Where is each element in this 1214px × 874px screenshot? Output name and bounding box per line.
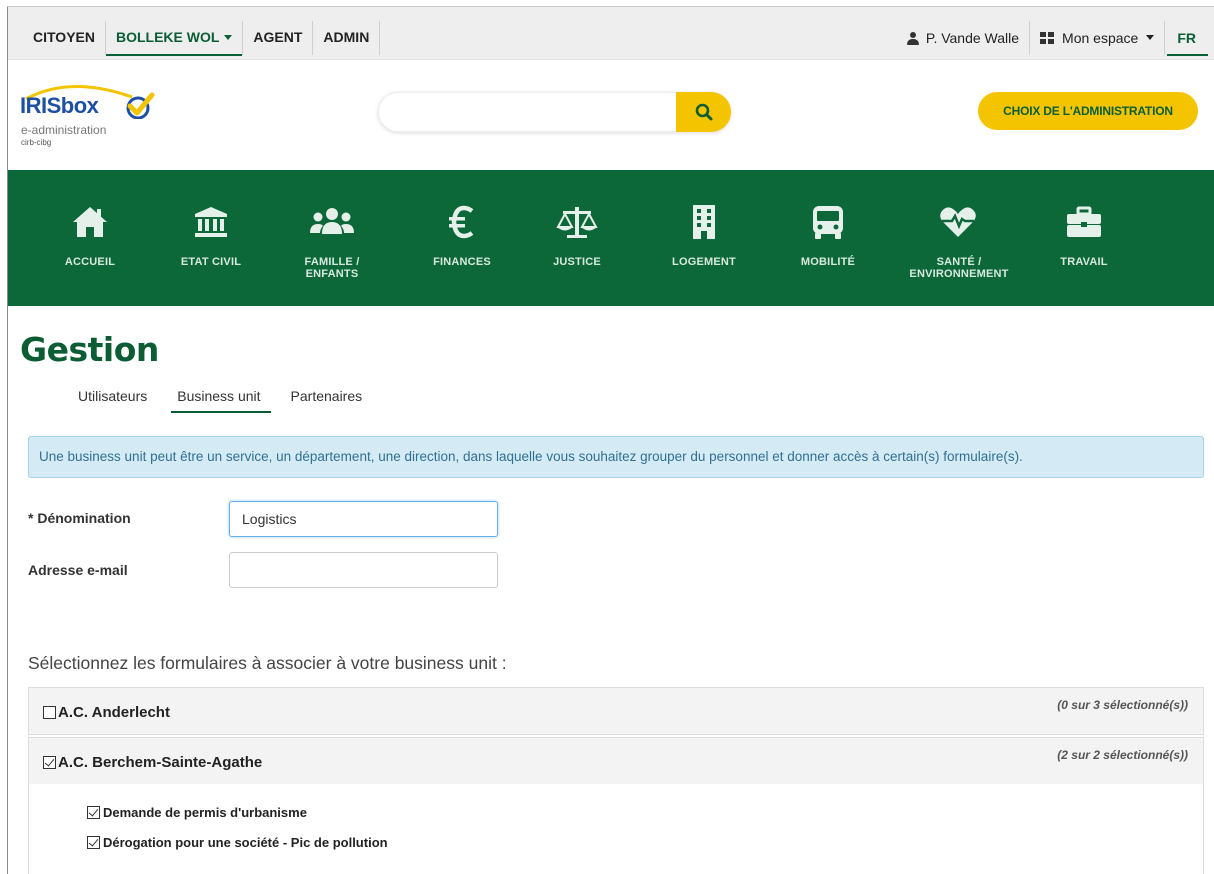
- nav-travail[interactable]: TRAVAIL: [1029, 200, 1139, 268]
- mon-espace-label: Mon espace: [1062, 30, 1139, 46]
- forms-section-title: Sélectionnez les formulaires à associer …: [28, 653, 507, 673]
- accordion-title: A.C. Berchem-Sainte-Agathe: [58, 753, 263, 771]
- checkbox-form-item[interactable]: [87, 806, 100, 819]
- nav-logement-label: LOGEMENT: [672, 256, 736, 268]
- denomination-input[interactable]: [229, 501, 498, 537]
- accordion-title: A.C. Anderlecht: [58, 703, 170, 721]
- accordion-body-berchem: Demande de permis d'urbanisme Dérogation…: [28, 784, 1204, 874]
- nav-justice[interactable]: JUSTICE: [522, 200, 632, 268]
- nav-etat-civil-label: ETAT CIVIL: [180, 256, 242, 268]
- nav-accueil-label: ACCUEIL: [64, 256, 116, 268]
- search-icon: [695, 103, 712, 121]
- accordion-header-berchem[interactable]: A.C. Berchem-Sainte-Agathe (2 sur 2 séle…: [29, 738, 1203, 786]
- nav-finances[interactable]: FINANCES: [407, 200, 517, 268]
- caret-down-icon: [224, 34, 233, 40]
- nav-admin-label: ADMIN: [323, 29, 370, 45]
- tab-partenaires-label: Partenaires: [290, 388, 363, 404]
- bus-icon: [813, 206, 843, 239]
- accordion-anderlecht: A.C. Anderlecht (0 sur 3 sélectionné(s)): [28, 687, 1204, 735]
- tabs: Utilisateurs Business unit Partenaires: [68, 383, 382, 413]
- choix-administration-label: CHOIX DE L'ADMINISTRATION: [1003, 104, 1173, 118]
- nav-etat-civil[interactable]: ETAT CIVIL: [156, 200, 266, 268]
- nav-agent-label: AGENT: [253, 29, 303, 45]
- caret-down-icon: [1146, 34, 1155, 40]
- choix-administration-button[interactable]: CHOIX DE L'ADMINISTRATION: [978, 92, 1198, 130]
- page-title: Gestion: [20, 330, 159, 369]
- accordion-header-anderlecht[interactable]: A.C. Anderlecht (0 sur 3 sélectionné(s)): [29, 688, 1203, 736]
- grid-icon: [1040, 32, 1055, 44]
- form-item-label: Demande de permis d'urbanisme: [103, 805, 307, 820]
- tab-utilisateurs-label: Utilisateurs: [78, 388, 148, 404]
- irisbox-logo[interactable]: IRISbox e-administration cirb-cibg: [20, 79, 170, 149]
- user-nav: P. Vande Walle Mon espace FR: [897, 21, 1210, 56]
- building-icon: [693, 205, 715, 239]
- nav-mobilite-label: MOBILITÉ: [800, 256, 856, 268]
- form-item[interactable]: Dérogation pour une société - Pic de pol…: [87, 835, 388, 850]
- nav-accueil[interactable]: ACCUEIL: [35, 200, 145, 268]
- nav-finances-label: FINANCES: [433, 256, 491, 268]
- accordion-berchem: A.C. Berchem-Sainte-Agathe (2 sur 2 séle…: [28, 737, 1204, 785]
- checkbox-anderlecht[interactable]: [43, 705, 56, 719]
- nav-mobilite[interactable]: MOBILITÉ: [773, 200, 883, 268]
- nav-justice-label: JUSTICE: [553, 256, 601, 268]
- user-icon: [906, 31, 919, 45]
- nav-bolleke-wol[interactable]: BOLLEKE WOL: [105, 21, 244, 56]
- search-bar: [378, 92, 731, 132]
- form-item[interactable]: Demande de permis d'urbanisme: [87, 805, 307, 820]
- logo-caption: cirb-cibg: [21, 138, 52, 147]
- nav-citoyen[interactable]: CITOYEN: [25, 21, 106, 55]
- nav-logement[interactable]: LOGEMENT: [649, 200, 759, 268]
- nav-bolleke-wol-label: BOLLEKE WOL: [115, 29, 220, 45]
- category-nav: ACCUEIL ETAT CIVIL FAMILLE / ENFANTS FIN…: [8, 170, 1214, 306]
- search-button[interactable]: [676, 92, 731, 132]
- logo-subtitle: e-administration: [21, 123, 107, 137]
- nav-famille-label: FAMILLE / ENFANTS: [304, 256, 360, 280]
- institution-icon: [195, 207, 227, 237]
- email-label: Adresse e-mail: [28, 562, 128, 578]
- info-alert: Une business unit peut être un service, …: [28, 436, 1204, 478]
- briefcase-icon: [1067, 206, 1101, 237]
- nav-citoyen-label: CITOYEN: [33, 29, 95, 45]
- top-bar: CITOYEN BOLLEKE WOL AGENT ADMIN P. Vande…: [8, 7, 1214, 60]
- balance-icon: [556, 207, 598, 238]
- checkbox-berchem[interactable]: [43, 755, 56, 769]
- profile-nav: CITOYEN BOLLEKE WOL AGENT ADMIN: [25, 21, 381, 56]
- denomination-label: * Dénomination: [28, 510, 131, 526]
- tab-business-unit[interactable]: Business unit: [167, 383, 271, 413]
- search-input[interactable]: [393, 99, 673, 125]
- nav-famille-enfants[interactable]: FAMILLE / ENFANTS: [277, 200, 387, 280]
- language-label: FR: [1177, 30, 1196, 46]
- user-name: P. Vande Walle: [925, 30, 1020, 46]
- tab-partenaires[interactable]: Partenaires: [281, 383, 373, 413]
- users-icon: [310, 208, 354, 234]
- home-icon: [73, 207, 107, 237]
- user-menu[interactable]: P. Vande Walle: [897, 21, 1031, 55]
- tab-utilisateurs[interactable]: Utilisateurs: [68, 383, 157, 413]
- mon-espace-menu[interactable]: Mon espace: [1030, 21, 1166, 55]
- nav-sante-label: SANTÉ / ENVIRONNEMENT: [909, 256, 1009, 280]
- language-selector[interactable]: FR: [1165, 21, 1210, 56]
- heartbeat-icon: [940, 207, 976, 237]
- nav-travail-label: TRAVAIL: [1060, 256, 1108, 268]
- nav-sante-environnement[interactable]: SANTÉ / ENVIRONNEMENT: [903, 200, 1013, 280]
- header: IRISbox e-administration cirb-cibg CHOIX…: [8, 61, 1214, 170]
- nav-admin[interactable]: ADMIN: [313, 21, 381, 55]
- info-text: Une business unit peut être un service, …: [39, 449, 1023, 464]
- tab-business-unit-label: Business unit: [177, 388, 261, 404]
- euro-icon: [449, 205, 474, 239]
- logo-text: IRISbox: [20, 93, 99, 118]
- selection-count: (0 sur 3 sélectionné(s)): [1057, 698, 1188, 712]
- nav-agent[interactable]: AGENT: [243, 21, 314, 55]
- checkbox-form-item[interactable]: [87, 836, 100, 849]
- selection-count: (2 sur 2 sélectionné(s)): [1057, 748, 1188, 762]
- email-input[interactable]: [229, 552, 498, 588]
- form-item-label: Dérogation pour une société - Pic de pol…: [103, 835, 388, 850]
